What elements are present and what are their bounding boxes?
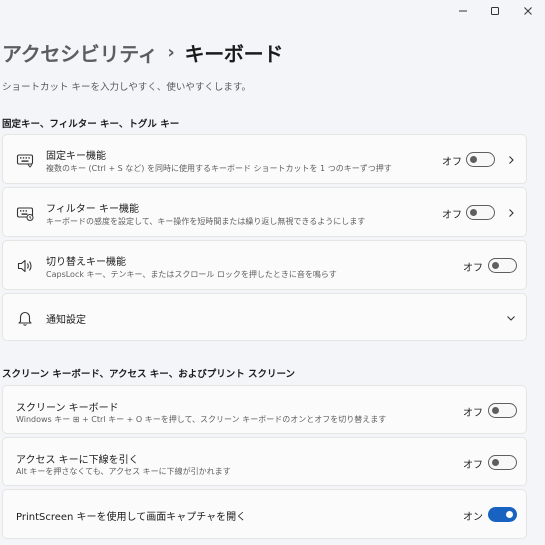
- toggle-state-label: オフ: [463, 408, 483, 419]
- page-title: キーボード: [184, 42, 284, 66]
- toggle-state-label: オン: [463, 512, 483, 523]
- section-title-sticky-filter-toggle: 固定キー、フィルター キー、トグル キー: [2, 119, 180, 130]
- close-button[interactable]: [511, 0, 545, 22]
- speaker-icon: [16, 257, 34, 275]
- sticky-keys-icon: [16, 151, 34, 169]
- title-bar: [0, 0, 545, 22]
- setting-title: フィルター キー機能: [46, 204, 139, 215]
- page-subtitle: ショートカット キーを入力しやすく、使いやすくします。: [2, 82, 251, 93]
- toggle-knob: [506, 510, 513, 518]
- breadcrumb-separator: ›: [167, 42, 175, 63]
- toggle-knob: [492, 261, 499, 269]
- toggle-state-label: オフ: [442, 210, 462, 221]
- setting-card-notification-settings[interactable]: 通知設定: [2, 293, 527, 341]
- bell-icon: [16, 309, 34, 327]
- setting-description: CapsLock キー、テンキー、またはスクロール ロックを押したときに音を鳴ら…: [46, 270, 337, 279]
- filter-keys-toggle[interactable]: [466, 205, 495, 220]
- setting-title: 固定キー機能: [46, 151, 106, 162]
- toggle-knob: [492, 406, 499, 414]
- underline-access-keys-toggle[interactable]: [488, 455, 517, 470]
- toggle-state-label: オフ: [463, 460, 483, 471]
- toggle-knob: [470, 208, 477, 216]
- maximize-icon: [491, 7, 499, 15]
- sticky-keys-toggle[interactable]: [466, 152, 495, 167]
- setting-card-underline-access-keys[interactable]: アクセス キーに下線を引く Alt キーを押さなくても、アクセス キーに下線が引…: [2, 437, 527, 486]
- section-title-onscreen-access-printscreen: スクリーン キーボード、アクセス キー、およびプリント スクリーン: [2, 369, 296, 380]
- toggle-state-label: オフ: [463, 263, 483, 274]
- toggle-knob: [492, 458, 499, 466]
- setting-card-printscreen[interactable]: PrintScreen キーを使用して画面キャプチャを開く オン: [2, 489, 527, 539]
- onscreen-keyboard-toggle[interactable]: [488, 403, 517, 418]
- toggle-state-label: オフ: [442, 157, 462, 168]
- setting-card-filter-keys[interactable]: フィルター キー機能 キーボードの感度を設定して、キー操作を短時間または繰り返し…: [2, 187, 527, 237]
- chevron-right-icon[interactable]: [506, 208, 516, 218]
- setting-card-toggle-keys[interactable]: 切り替えキー機能 CapsLock キー、テンキー、またはスクロール ロックを押…: [2, 240, 527, 290]
- chevron-down-icon[interactable]: [506, 313, 516, 323]
- setting-title: スクリーン キーボード: [16, 403, 119, 414]
- breadcrumb-accessibility[interactable]: アクセシビリティ: [2, 38, 158, 67]
- setting-title: PrintScreen キーを使用して画面キャプチャを開く: [16, 512, 247, 523]
- setting-card-onscreen-keyboard[interactable]: スクリーン キーボード Windows キー ⊞ + Ctrl キー + O キ…: [2, 385, 527, 434]
- setting-description: Windows キー ⊞ + Ctrl キー + O キーを押して、スクリーン …: [16, 415, 387, 424]
- setting-title: アクセス キーに下線を引く: [16, 455, 139, 466]
- close-icon: [524, 7, 532, 15]
- minimize-icon: [459, 10, 467, 12]
- toggle-knob: [470, 155, 477, 163]
- breadcrumb: アクセシビリティ › キーボード: [2, 38, 283, 67]
- printscreen-toggle[interactable]: [488, 507, 517, 522]
- chevron-right-icon[interactable]: [506, 155, 516, 165]
- setting-card-sticky-keys[interactable]: 固定キー機能 複数のキー (Ctrl + S など) を同時に使用するキーボード…: [2, 134, 527, 184]
- minimize-button[interactable]: [446, 0, 480, 22]
- maximize-button[interactable]: [478, 0, 512, 22]
- setting-description: Alt キーを押さなくても、アクセス キーに下線が引かれます: [16, 467, 231, 476]
- setting-title: 通知設定: [46, 315, 86, 326]
- setting-title: 切り替えキー機能: [46, 257, 126, 268]
- setting-description: 複数のキー (Ctrl + S など) を同時に使用するキーボード ショートカッ…: [46, 164, 392, 173]
- toggle-keys-toggle[interactable]: [488, 258, 517, 273]
- setting-description: キーボードの感度を設定して、キー操作を短時間または繰り返し無視できるようにします: [46, 217, 366, 226]
- filter-keys-icon: [16, 204, 34, 222]
